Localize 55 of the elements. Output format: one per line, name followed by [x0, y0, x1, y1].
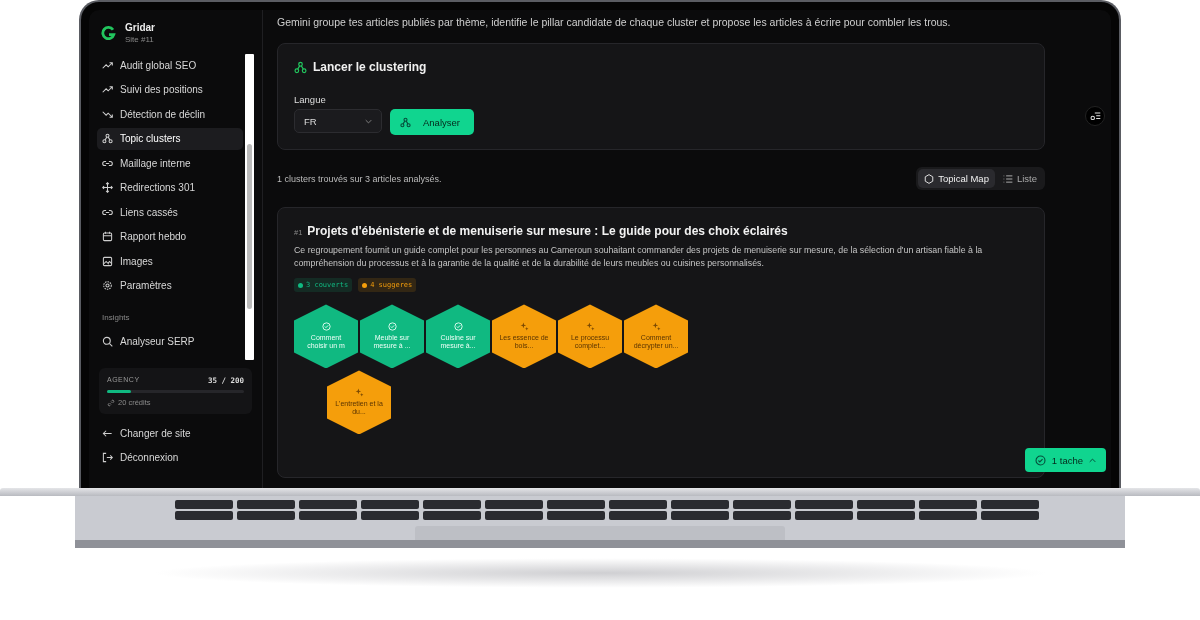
chevron-down-icon	[365, 118, 372, 124]
check-circle-icon	[387, 321, 397, 331]
card-title: Lancer le clustering	[313, 60, 427, 74]
move-icon	[102, 182, 113, 193]
network-icon	[400, 116, 411, 128]
sidebar-item[interactable]: Paramètres	[97, 274, 243, 297]
app-name: Gridar	[125, 22, 155, 33]
trend-up-icon	[102, 59, 113, 71]
trend-up-icon	[102, 84, 113, 95]
tasks-button[interactable]: 1 tache	[1024, 448, 1106, 472]
sparkle-icon	[354, 387, 364, 397]
network-icon	[102, 133, 113, 144]
page-description: Gemini groupe tes articles publiés par thème, identifie le pillar candidate de chaque cluster et propose les articles à écrire pour combler les trous.	[277, 16, 952, 28]
results-summary: 1 clusters trouvés sur 3 articles analysés.	[277, 173, 442, 184]
field-label: Langue	[294, 94, 327, 105]
cluster-summary: Ce regroupement fournit un guide complet pour les personnes au Cameroun souhaitant commander des projets de menuiserie sur mesure, de la sélection d'un artisan fiable à la compréhension du processus et à la garantie de la qualité et de la durabilité de leurs meubles ou cuisines personnalisés.	[294, 244, 984, 271]
analyse-button[interactable]: Analyser	[390, 109, 474, 135]
hexagon-icon	[924, 173, 935, 184]
sidebar-item[interactable]: Liens cassés	[97, 201, 243, 223]
scrollbar[interactable]	[245, 54, 254, 360]
sidebar-item[interactable]: Détection de déclin	[97, 103, 243, 125]
sparkle-icon	[651, 321, 661, 331]
network-icon	[294, 60, 307, 74]
section-label: Insights	[102, 313, 131, 322]
sidebar-item[interactable]: Maillage interne	[97, 152, 243, 174]
search-icon	[102, 335, 113, 347]
logo-icon	[101, 25, 117, 41]
gear-icon	[102, 280, 113, 291]
sidebar-item[interactable]: Images	[97, 250, 243, 272]
sidebar-item[interactable]: Analyseur SERP	[97, 330, 243, 352]
check-circle-icon	[453, 321, 463, 331]
logout-icon	[102, 452, 113, 463]
sidebar-item[interactable]: Rapport hebdo	[97, 225, 243, 248]
arrow-left-icon	[102, 427, 113, 439]
sidebar-item[interactable]: Suivi des positions	[97, 78, 243, 101]
view-tab[interactable]: Topical Map	[918, 169, 995, 188]
sidebar-item[interactable]: Redirections 301	[97, 176, 243, 199]
check-circle-icon	[321, 321, 331, 331]
settings-list-button[interactable]	[1085, 106, 1105, 126]
cluster-title: Projets d'ébénisterie et de menuiserie sur mesure : Le guide pour des choix éclairés	[307, 224, 788, 238]
language-select[interactable]: FR	[294, 109, 382, 133]
sparkle-icon	[585, 321, 595, 331]
calendar-icon	[102, 231, 113, 242]
list-settings-icon	[1089, 110, 1101, 122]
check-circle-icon	[1034, 454, 1046, 466]
view-tab[interactable]: Liste	[996, 169, 1043, 188]
sidebar-link[interactable]: Changer de site	[97, 422, 254, 444]
sidebar-item[interactable]: Audit global SEO	[97, 54, 243, 76]
image-icon	[102, 255, 113, 267]
sparkle-icon	[519, 321, 529, 331]
sidebar-link[interactable]: Déconnexion	[97, 446, 254, 469]
chevron-up-icon	[1089, 457, 1096, 463]
site-label: Site #11	[125, 35, 155, 44]
sidebar-item[interactable]: Topic clusters	[97, 127, 243, 150]
link-icon	[107, 398, 115, 407]
